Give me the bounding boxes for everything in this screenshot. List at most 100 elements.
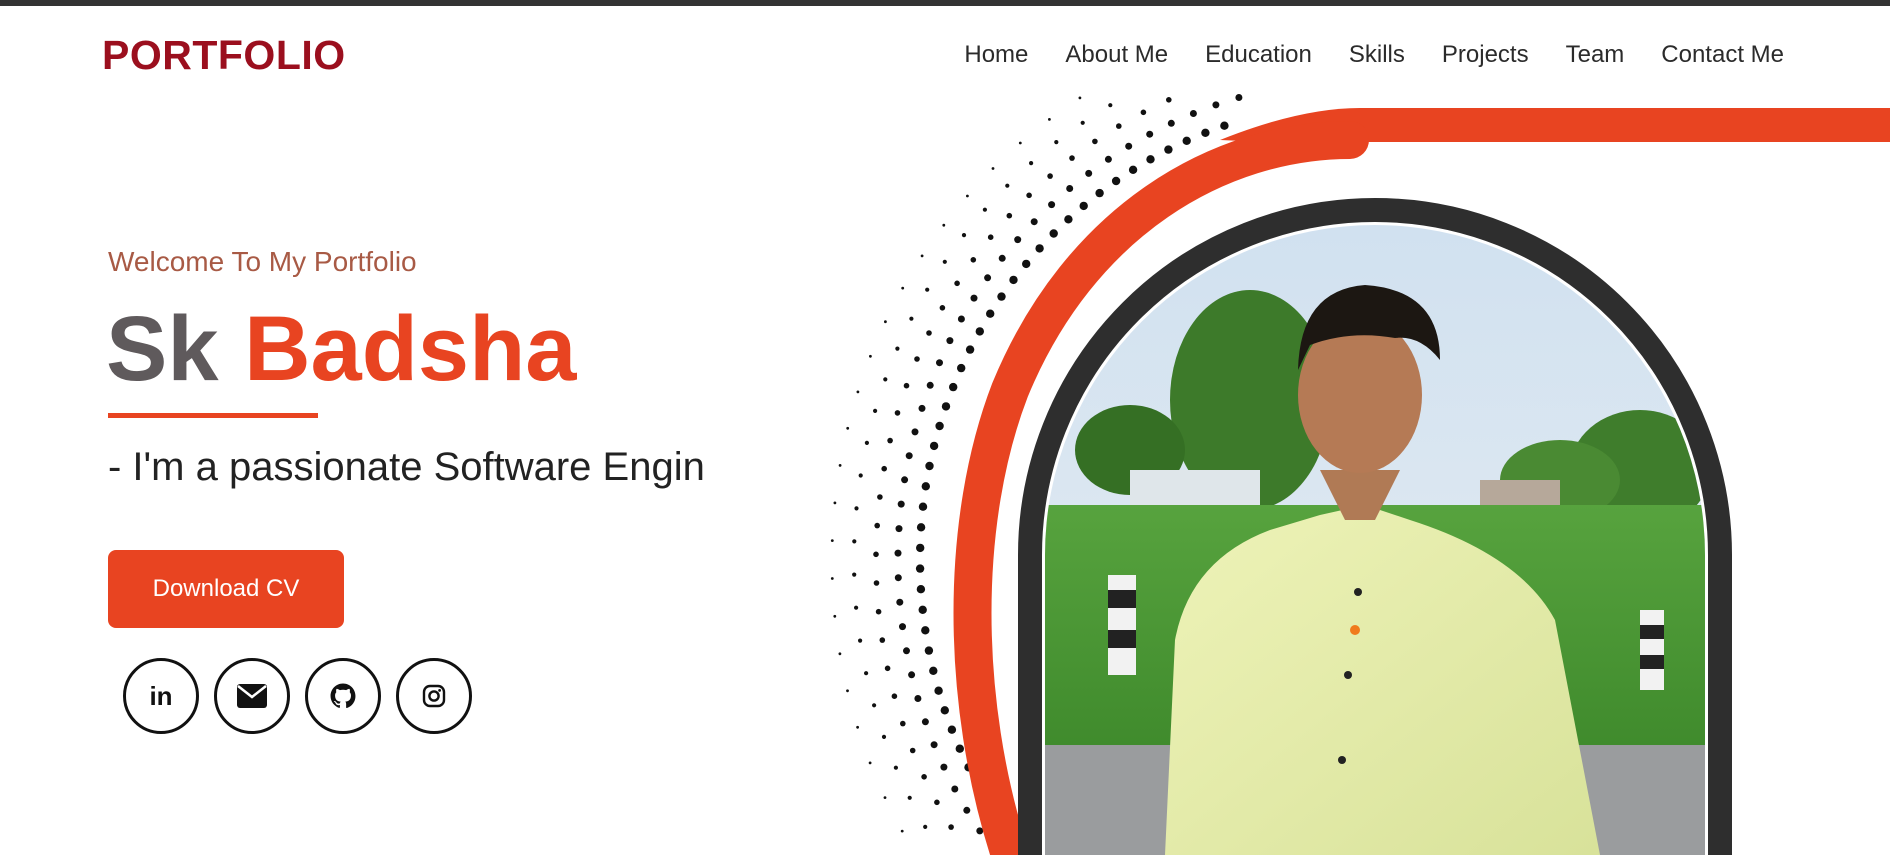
halftone-dot — [986, 309, 995, 318]
nav-link-team[interactable]: Team — [1566, 38, 1625, 72]
halftone-dot — [923, 824, 928, 830]
halftone-dot — [921, 718, 929, 726]
halftone-dot — [887, 437, 893, 444]
halftone-dot — [900, 720, 906, 727]
halftone-dot — [957, 315, 965, 323]
halftone-dot — [984, 274, 992, 282]
halftone-dot — [854, 605, 859, 610]
linkedin-link[interactable]: in — [123, 658, 199, 734]
top-strip — [0, 0, 1890, 6]
halftone-dot — [1182, 136, 1191, 145]
halftone-dot — [864, 440, 870, 445]
halftone-dot — [891, 693, 898, 699]
halftone-dot — [1108, 103, 1113, 108]
halftone-dot — [901, 476, 909, 484]
orange-swoosh — [1220, 108, 1890, 142]
nav-link-education[interactable]: Education — [1205, 38, 1312, 72]
halftone-dot — [1018, 141, 1022, 145]
halftone-dot — [916, 523, 926, 532]
halftone-dot — [893, 765, 899, 770]
halftone-dot — [918, 404, 926, 412]
name-underline — [108, 413, 318, 418]
email-link[interactable] — [214, 658, 290, 734]
halftone-dot — [1080, 120, 1085, 125]
github-link[interactable] — [305, 658, 381, 734]
halftone-dot — [909, 316, 914, 321]
halftone-dot — [924, 646, 934, 655]
github-icon — [330, 683, 356, 709]
halftone-dot — [991, 167, 995, 170]
halftone-dot — [914, 356, 920, 362]
typed-tagline: - I'm a passionate Software Engin — [108, 445, 705, 489]
halftone-dot — [964, 763, 973, 772]
site-logo[interactable]: PORTFOLIO — [102, 30, 346, 80]
halftone-dot — [1049, 229, 1058, 238]
halftone-dot — [911, 428, 919, 436]
halftone-dot — [961, 233, 967, 238]
halftone-dot — [881, 465, 887, 472]
halftone-dot — [1021, 259, 1031, 269]
photo-frame — [1018, 198, 1732, 855]
halftone-dot — [879, 637, 886, 643]
halftone-dot — [948, 824, 954, 830]
portfolio-page: PORTFOLIO Home About Me Education Skills Pro… — [0, 0, 1890, 855]
halftone-dots — [830, 94, 1243, 842]
halftone-dot — [846, 689, 849, 693]
halftone-dot — [1212, 101, 1220, 109]
halftone-dot — [946, 337, 954, 345]
halftone-dot — [1048, 118, 1051, 121]
halftone-dot — [921, 774, 927, 780]
halftone-dot — [965, 345, 975, 354]
halftone-dot — [1066, 185, 1074, 192]
halftone-dot — [1235, 94, 1243, 101]
nav-link-skills[interactable]: Skills — [1349, 38, 1405, 72]
halftone-dot — [868, 761, 872, 765]
halftone-dot — [966, 194, 969, 198]
halftone-dot — [903, 647, 910, 655]
halftone-dot — [1048, 201, 1056, 209]
halftone-dot — [929, 441, 939, 451]
envelope-icon — [237, 684, 267, 708]
halftone-dot — [949, 382, 958, 392]
halftone-dot — [921, 626, 930, 635]
halftone-dot — [869, 354, 872, 358]
halftone-dot — [1026, 192, 1032, 199]
halftone-dot — [920, 254, 924, 258]
halftone-dot — [1146, 155, 1155, 164]
halftone-dot — [1078, 96, 1082, 100]
halftone-dot — [894, 549, 902, 557]
halftone-dot — [1030, 218, 1038, 226]
nav-link-home[interactable]: Home — [964, 38, 1028, 72]
halftone-dot — [984, 799, 993, 808]
halftone-dot — [901, 286, 905, 290]
halftone-dot — [872, 703, 877, 708]
halftone-dot — [852, 539, 857, 544]
halftone-dot — [1116, 123, 1122, 129]
halftone-dot — [1054, 140, 1059, 145]
halftone-dot — [908, 671, 916, 679]
halftone-dot — [942, 223, 946, 227]
halftone-dot — [970, 294, 978, 302]
instagram-link[interactable] — [396, 658, 472, 734]
halftone-dot — [838, 652, 842, 656]
last-name: Badsha — [244, 298, 577, 400]
halftone-dot — [895, 525, 903, 533]
nav-link-contact-me[interactable]: Contact Me — [1661, 38, 1784, 72]
halftone-dot — [1009, 275, 1018, 285]
halftone-dot — [883, 796, 887, 799]
download-cv-button[interactable]: Download CV — [108, 550, 344, 628]
halftone-dot — [1029, 161, 1034, 166]
hero-name: Sk Badsha — [106, 297, 576, 401]
halftone-dot — [997, 292, 1006, 301]
social-links: in — [123, 658, 472, 734]
halftone-dot — [1166, 97, 1172, 103]
halftone-dot — [918, 502, 928, 511]
nav-link-about-me[interactable]: About Me — [1065, 38, 1168, 72]
halftone-dot — [934, 799, 940, 806]
halftone-dot — [942, 259, 947, 264]
first-name: Sk — [106, 298, 219, 400]
nav-link-projects[interactable]: Projects — [1442, 38, 1529, 72]
halftone-dot — [864, 671, 869, 676]
welcome-text: Welcome To My Portfolio — [108, 246, 417, 277]
halftone-dot — [940, 763, 948, 771]
